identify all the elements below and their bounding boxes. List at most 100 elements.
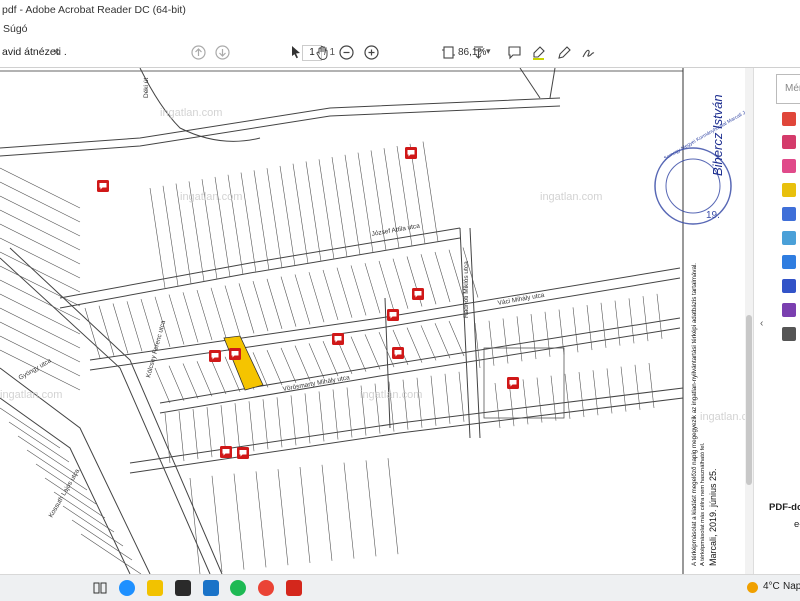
- street-label: Radnóti Miklós utca: [463, 261, 470, 318]
- more-tools-icon[interactable]: [782, 327, 796, 341]
- parcel-boundary: [280, 276, 297, 327]
- parcel-boundary: [189, 477, 201, 574]
- street-label: Gyöngy utca: [18, 357, 53, 382]
- comment-icon[interactable]: [506, 44, 522, 60]
- edit-pdf-icon[interactable]: [782, 159, 796, 173]
- parcel-boundary: [252, 281, 269, 332]
- parcel-boundary: [308, 343, 325, 379]
- parcel-boundary: [292, 163, 309, 264]
- tab-document[interactable]: avid átnézeti ... ×: [0, 38, 73, 67]
- parcel-boundary: [444, 373, 451, 424]
- parcel-boundary: [322, 269, 339, 321]
- watermark: ingatlan.com: [540, 191, 602, 203]
- acrobat-icon[interactable]: [286, 580, 302, 596]
- parcel-boundary: [240, 172, 257, 273]
- parcel-boundary: [318, 159, 335, 260]
- parcel-boundary: [210, 287, 227, 338]
- scroll-mode-icon[interactable]: [470, 44, 486, 60]
- parcel-boundary: [422, 141, 439, 242]
- parcel-boundary: [71, 519, 133, 561]
- edge-browser-icon[interactable]: [119, 580, 135, 596]
- parcel-boundary: [238, 283, 255, 334]
- collapse-panel-icon[interactable]: ‹: [760, 318, 763, 329]
- cadastral-map: ingatlan.com ingatlan.com ingatlan.com i…: [0, 68, 745, 574]
- store-icon[interactable]: [175, 580, 191, 596]
- parcel-boundary: [294, 274, 311, 325]
- pdf-promo-sub: e-: [794, 519, 800, 530]
- parcel-boundary: [168, 365, 185, 401]
- parcel-boundary: [586, 305, 593, 351]
- parcel-boundary: [290, 395, 297, 446]
- tool-search-input[interactable]: Mér: [776, 74, 800, 104]
- organize-pages-icon[interactable]: [782, 231, 796, 245]
- mail-icon[interactable]: [203, 580, 219, 596]
- parcel-boundary: [628, 298, 635, 344]
- parcel-boundary: [392, 258, 409, 309]
- parcel-boundary: [0, 407, 61, 449]
- highlighted-parcel[interactable]: [223, 335, 264, 391]
- parcel-boundary: [430, 375, 437, 426]
- parcel-boundary: [448, 320, 465, 357]
- pdf-document-view[interactable]: ingatlan.com ingatlan.com ingatlan.com i…: [0, 68, 745, 574]
- file-explorer-icon[interactable]: [147, 580, 163, 596]
- parcel-boundary: [357, 152, 374, 253]
- fit-page-icon[interactable]: [440, 44, 456, 60]
- parcel-boundary: [331, 157, 348, 258]
- windows-taskbar: 4°C Napo: [0, 574, 800, 601]
- chrome-icon[interactable]: [258, 580, 274, 596]
- create-pdf-icon[interactable]: [782, 135, 796, 149]
- parcel-boundary: [350, 265, 367, 316]
- parcel-boundary: [210, 358, 227, 395]
- parcel-boundary: [182, 292, 199, 343]
- parcel-boundary: [162, 185, 179, 286]
- parcel-boundary: [98, 305, 115, 356]
- parcel-boundary: [321, 464, 333, 561]
- parcel-boundary: [387, 458, 399, 555]
- parcel-boundary: [224, 285, 241, 336]
- highlighter-icon[interactable]: [530, 44, 546, 60]
- parcel-boundary: [84, 307, 101, 359]
- parcel-boundary: [253, 170, 270, 271]
- protect-icon[interactable]: [782, 279, 796, 293]
- scan-ocr-icon[interactable]: [782, 255, 796, 269]
- arrow-up-circle-icon[interactable]: [190, 44, 206, 60]
- close-icon[interactable]: ×: [53, 45, 60, 59]
- parcel-boundary: [279, 165, 296, 266]
- watermark: ingatlan.com: [180, 191, 242, 203]
- parcel-boundary: [308, 272, 325, 323]
- zoom-out-icon[interactable]: [338, 44, 354, 60]
- parcel-boundary: [365, 460, 377, 557]
- chevron-down-icon[interactable]: ▾: [486, 46, 491, 57]
- parcel-boundary: [458, 371, 465, 422]
- sign-icon[interactable]: [580, 44, 596, 60]
- note-date: Marcali, 2019. június 25.: [708, 468, 718, 566]
- parcel-boundary: [299, 466, 311, 564]
- menu-item-help[interactable]: Súgó: [3, 23, 28, 35]
- parcel-boundary: [530, 314, 537, 360]
- pointer-icon[interactable]: [288, 44, 304, 60]
- parcel-boundary: [336, 267, 353, 318]
- draw-pen-icon[interactable]: [556, 44, 572, 60]
- parcel-boundary: [406, 327, 423, 363]
- parcel-boundary: [544, 311, 551, 357]
- parcel-boundary: [614, 300, 621, 346]
- parcel-boundary: [656, 293, 663, 339]
- hand-tool-icon[interactable]: [314, 44, 330, 60]
- task-view-icon[interactable]: [92, 580, 108, 596]
- menu-bar: Súgó: [0, 21, 800, 38]
- parcel-boundary: [642, 296, 649, 342]
- scrollbar-thumb[interactable]: [746, 315, 752, 485]
- parcel-boundary: [332, 389, 339, 440]
- parcel-boundary: [178, 411, 185, 462]
- weather-temp[interactable]: 4°C: [763, 581, 780, 592]
- export-pdf-icon[interactable]: [782, 112, 796, 126]
- comment-tool-icon[interactable]: [782, 183, 796, 197]
- combine-files-icon[interactable]: [782, 207, 796, 221]
- official-stamp: Somogy Megyei Kormányhivatal Marcali Jár…: [654, 95, 745, 225]
- zoom-in-icon[interactable]: [363, 44, 379, 60]
- fill-sign-icon[interactable]: [782, 303, 796, 317]
- watermark: ingatlan.com: [160, 107, 222, 119]
- signature: Bihercz István: [710, 94, 725, 176]
- spotify-icon[interactable]: [230, 580, 246, 596]
- arrow-down-circle-icon[interactable]: [214, 44, 230, 60]
